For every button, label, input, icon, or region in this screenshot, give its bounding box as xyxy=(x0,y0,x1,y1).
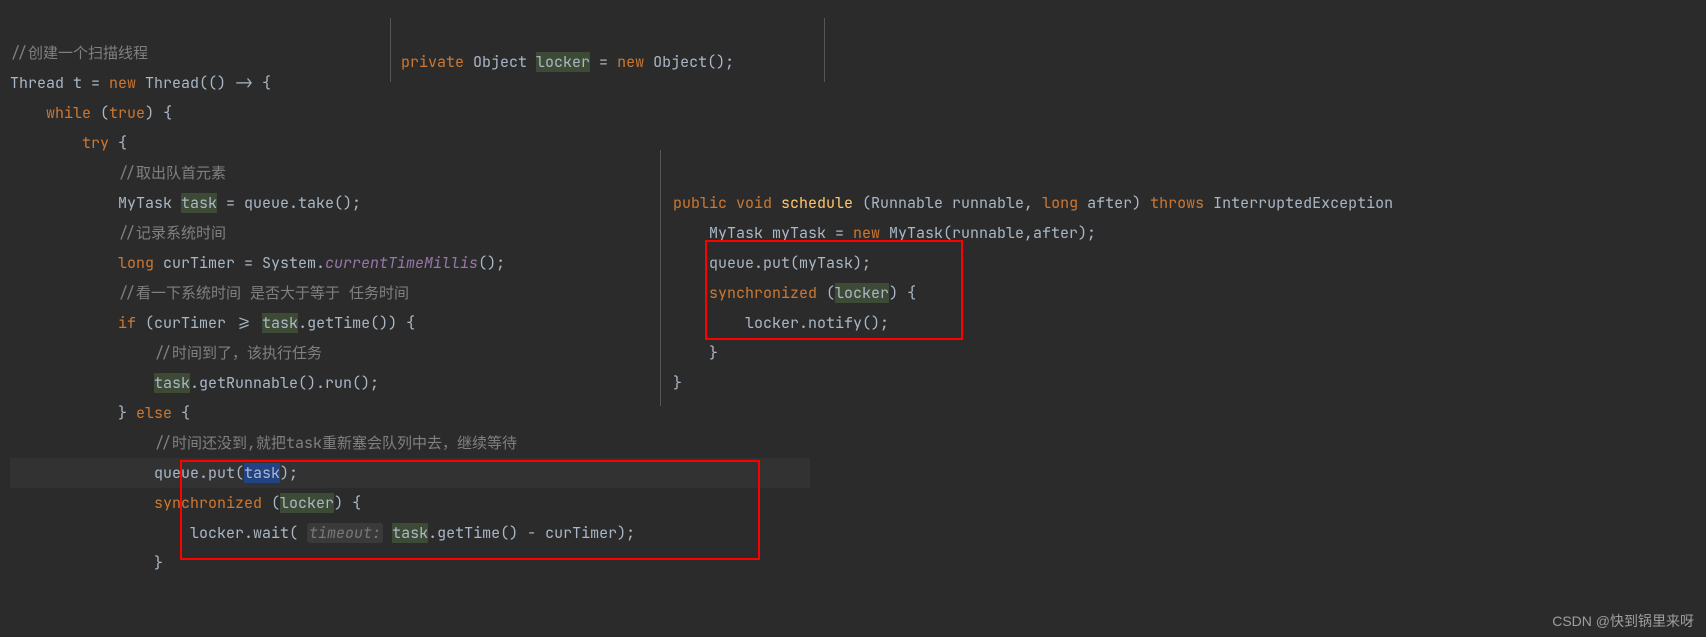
code: (curTimer >= xyxy=(136,313,262,333)
keyword: long xyxy=(1042,193,1078,213)
comment: //创建一个扫描线程 xyxy=(10,43,148,63)
keyword: while xyxy=(46,103,91,123)
keyword: void xyxy=(727,193,772,213)
keyword: if xyxy=(118,313,136,333)
code: ) { xyxy=(145,103,172,123)
code: = xyxy=(590,52,617,72)
code: } xyxy=(154,553,163,573)
comment: //看一下系统时间 是否大于等于 任务时间 xyxy=(118,283,409,303)
comment: //时间到了，该执行任务 xyxy=(154,343,322,363)
var-task: task xyxy=(181,193,217,213)
code: (Runnable runnable, xyxy=(862,193,1042,213)
code: } xyxy=(673,373,682,393)
static-method: currentTimeMillis xyxy=(325,253,478,273)
comment: //记录系统时间 xyxy=(118,223,226,243)
code-pane-top[interactable]: private Object locker = new Object(); xyxy=(390,18,825,82)
keyword: true xyxy=(109,103,145,123)
code: { xyxy=(172,403,190,423)
code: curTimer = System. xyxy=(154,253,325,273)
code: { xyxy=(109,133,127,153)
code: Object xyxy=(464,52,536,72)
code: ( xyxy=(91,103,109,123)
keyword: new xyxy=(617,52,644,72)
comment: //取出队首元素 xyxy=(118,163,226,183)
keyword: try xyxy=(82,133,109,153)
code: (); xyxy=(478,253,505,273)
comment: //时间还没到,就把task重新塞会队列中去，继续等待 xyxy=(154,433,517,453)
code: .getRunnable().run(); xyxy=(190,373,379,393)
highlight-box-right xyxy=(705,240,963,340)
keyword: private xyxy=(401,52,464,72)
code: Thread t = xyxy=(10,73,109,93)
code: .getTime()) { xyxy=(298,313,415,333)
code: Thread(() -> { xyxy=(136,73,271,93)
keyword: public xyxy=(673,193,727,213)
code: = queue.take(); xyxy=(217,193,361,213)
code: MyTask xyxy=(118,193,181,213)
var-task: task xyxy=(262,313,298,333)
keyword: new xyxy=(109,73,136,93)
code: } xyxy=(118,403,136,423)
code: after) xyxy=(1078,193,1150,213)
method-name: schedule xyxy=(772,193,862,213)
watermark: CSDN @快到锅里来呀 xyxy=(1552,611,1694,631)
keyword: else xyxy=(136,403,172,423)
code: Object(); xyxy=(644,52,734,72)
var-locker: locker xyxy=(536,52,590,72)
code: InterruptedException xyxy=(1204,193,1402,213)
keyword: long xyxy=(118,253,154,273)
var-task: task xyxy=(154,373,190,393)
highlight-box-left xyxy=(180,460,760,560)
code: } xyxy=(709,343,718,363)
keyword: throws xyxy=(1150,193,1204,213)
